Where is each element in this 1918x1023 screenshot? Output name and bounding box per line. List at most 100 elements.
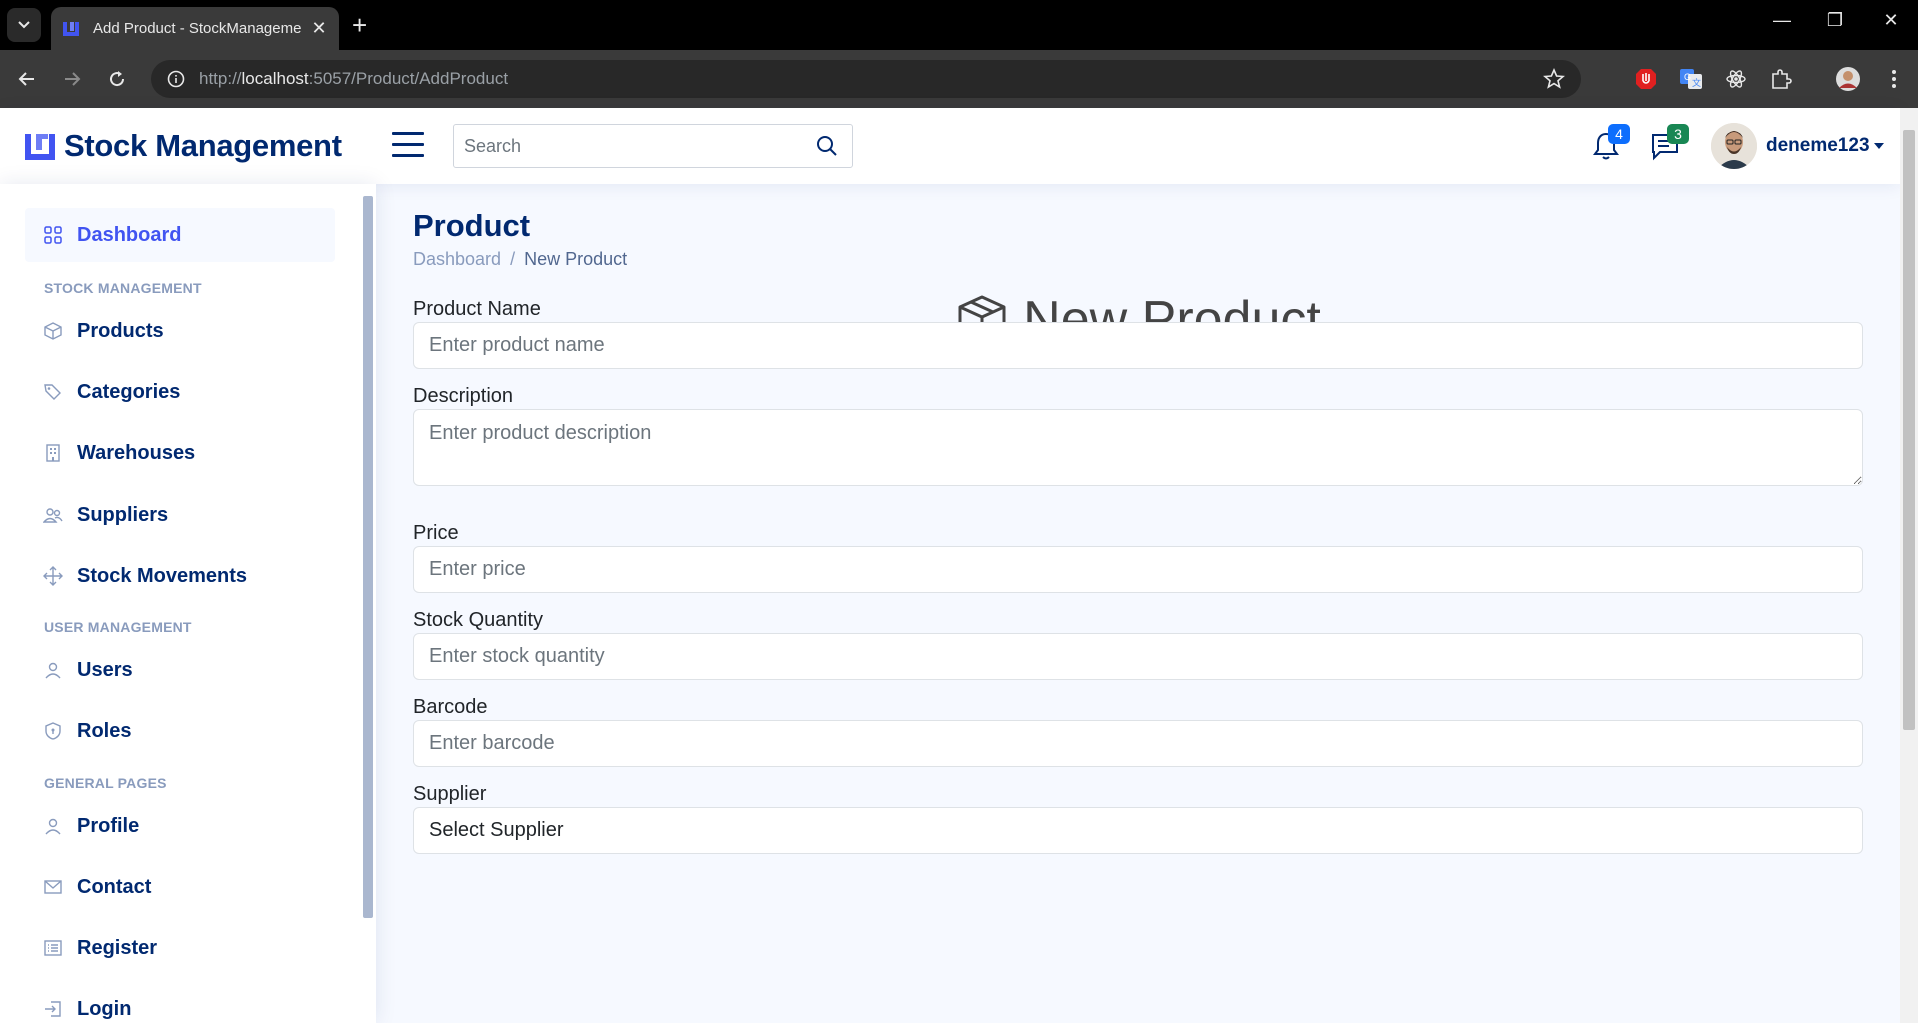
chevron-down-icon — [18, 21, 30, 29]
sidebar-item-label: Stock Movements — [77, 564, 248, 587]
notifications-badge: 4 — [1608, 124, 1630, 144]
extension-react-icon[interactable] — [1722, 65, 1750, 93]
page-scrollbar-thumb[interactable] — [1903, 130, 1915, 730]
username-label: deneme123 — [1766, 135, 1870, 156]
extension-translate-icon[interactable]: G文 — [1677, 65, 1705, 93]
search-input[interactable] — [454, 125, 802, 167]
url-text: http://localhost:5057/Product/AddProduct — [199, 69, 509, 88]
address-bar[interactable]: http://localhost:5057/Product/AddProduct — [151, 60, 1581, 98]
product-name-input[interactable] — [413, 322, 1863, 369]
sidebar-item-categories[interactable]: Categories — [25, 365, 335, 419]
breadcrumb-current: New Product — [524, 249, 628, 269]
price-label: Price — [413, 522, 459, 544]
person-icon — [43, 816, 63, 836]
building-icon — [43, 443, 63, 463]
stock-quantity-input[interactable] — [413, 633, 1863, 680]
user-menu-toggle[interactable]: deneme123 — [1766, 135, 1884, 157]
sidebar-item-label: Contact — [77, 875, 152, 898]
arrows-move-icon — [43, 566, 63, 586]
user-avatar[interactable] — [1711, 123, 1757, 169]
sidebar-heading-user: USER MANAGEMENT — [44, 619, 192, 635]
browser-menu-icon[interactable] — [1880, 65, 1908, 93]
messages-button[interactable]: 3 — [1647, 124, 1689, 164]
sidebar-item-products[interactable]: Products — [25, 304, 335, 358]
minimize-button[interactable]: — — [1762, 10, 1802, 31]
sidebar-item-register[interactable]: Register — [25, 921, 335, 975]
sidebar-item-contact[interactable]: Contact — [25, 860, 335, 914]
caret-down-icon — [1873, 142, 1884, 149]
sidebar-item-label: Profile — [77, 814, 140, 837]
barcode-label: Barcode — [413, 696, 488, 718]
sidebar-heading-general: GENERAL PAGES — [44, 775, 167, 791]
forward-button[interactable] — [57, 64, 87, 94]
tab-search-button[interactable] — [7, 8, 41, 42]
extension-adblock-icon[interactable] — [1632, 65, 1660, 93]
sidebar-item-stock-movements[interactable]: Stock Movements — [25, 549, 335, 603]
sidebar-item-label: Users — [77, 658, 133, 681]
page-scrollbar[interactable] — [1900, 108, 1918, 1023]
tags-icon — [43, 382, 63, 402]
messages-badge: 3 — [1667, 124, 1689, 144]
reload-button[interactable] — [102, 64, 132, 94]
reload-icon — [110, 71, 125, 87]
shield-icon — [43, 721, 63, 741]
sidebar-item-profile[interactable]: Profile — [25, 799, 335, 853]
notifications-button[interactable]: 4 — [1588, 124, 1630, 164]
logo-icon — [25, 134, 55, 160]
page-title: Product — [413, 208, 531, 243]
browser-tab-active[interactable]: Add Product - StockManageme ✕ — [51, 7, 339, 50]
breadcrumb-separator: / — [510, 249, 516, 269]
sidebar-item-label: Suppliers — [77, 503, 169, 526]
supplier-selected-value: Select Supplier — [429, 819, 564, 841]
sidebar-item-roles[interactable]: Roles — [25, 704, 335, 758]
supplier-label: Supplier — [413, 783, 487, 805]
app-header: Stock Management 4 3 deneme123 — [0, 108, 1900, 184]
arrow-right-icon — [65, 72, 81, 86]
sidebar-item-warehouses[interactable]: Warehouses — [25, 426, 335, 480]
main-content: Product Dashboard / New Product New Produc… — [376, 184, 1900, 1023]
description-label: Description — [413, 385, 514, 407]
grid-icon — [43, 225, 63, 245]
tab-close-icon[interactable]: ✕ — [309, 18, 329, 39]
card-list-icon — [43, 938, 63, 958]
sidebar-item-label: Dashboard — [77, 223, 182, 246]
search-button[interactable] — [802, 125, 852, 167]
profile-avatar-icon[interactable] — [1834, 65, 1862, 93]
sidebar-item-label: Login — [77, 997, 132, 1020]
sidebar-item-label: Roles — [77, 719, 132, 742]
app-favicon-icon — [63, 21, 79, 36]
breadcrumb-link-dashboard[interactable]: Dashboard — [413, 249, 501, 269]
sidebar-toggle-button[interactable] — [392, 132, 424, 160]
avatar-image — [1711, 123, 1757, 169]
supplier-select[interactable]: Select Supplier — [413, 807, 1863, 854]
sidebar-item-login[interactable]: Login — [25, 982, 335, 1023]
tab-title: Add Product - StockManageme — [93, 20, 302, 37]
restore-button[interactable]: ❐ — [1815, 10, 1855, 31]
box-icon — [43, 321, 63, 341]
site-info-icon[interactable] — [167, 70, 185, 88]
envelope-icon — [43, 877, 63, 897]
sidebar-item-suppliers[interactable]: Suppliers — [25, 488, 335, 542]
search-form — [453, 124, 853, 168]
description-textarea[interactable] — [413, 409, 1863, 486]
sidebar-scrollbar[interactable] — [363, 196, 373, 918]
svg-text:G: G — [1684, 72, 1691, 82]
sidebar-item-dashboard[interactable]: Dashboard — [25, 208, 335, 262]
back-button[interactable] — [12, 64, 42, 94]
close-window-button[interactable]: ✕ — [1871, 10, 1911, 31]
bookmark-star-icon[interactable] — [1543, 68, 1565, 90]
browser-toolbar: http://localhost:5057/Product/AddProduct… — [0, 50, 1918, 108]
arrow-left-icon — [18, 72, 34, 86]
extensions-puzzle-icon[interactable] — [1767, 65, 1795, 93]
barcode-input[interactable] — [413, 720, 1863, 767]
sidebar: Dashboard STOCK MANAGEMENT Products Cate… — [0, 184, 376, 1023]
sidebar-item-label: Register — [77, 936, 158, 959]
login-icon — [43, 999, 63, 1019]
new-tab-button[interactable]: + — [352, 10, 367, 40]
stock-quantity-label: Stock Quantity — [413, 609, 544, 631]
sidebar-item-users[interactable]: Users — [25, 643, 335, 697]
price-input[interactable] — [413, 546, 1863, 593]
brand-logo[interactable]: Stock Management — [24, 128, 342, 164]
sidebar-heading-stock: STOCK MANAGEMENT — [44, 280, 202, 296]
sidebar-item-label: Categories — [77, 380, 181, 403]
